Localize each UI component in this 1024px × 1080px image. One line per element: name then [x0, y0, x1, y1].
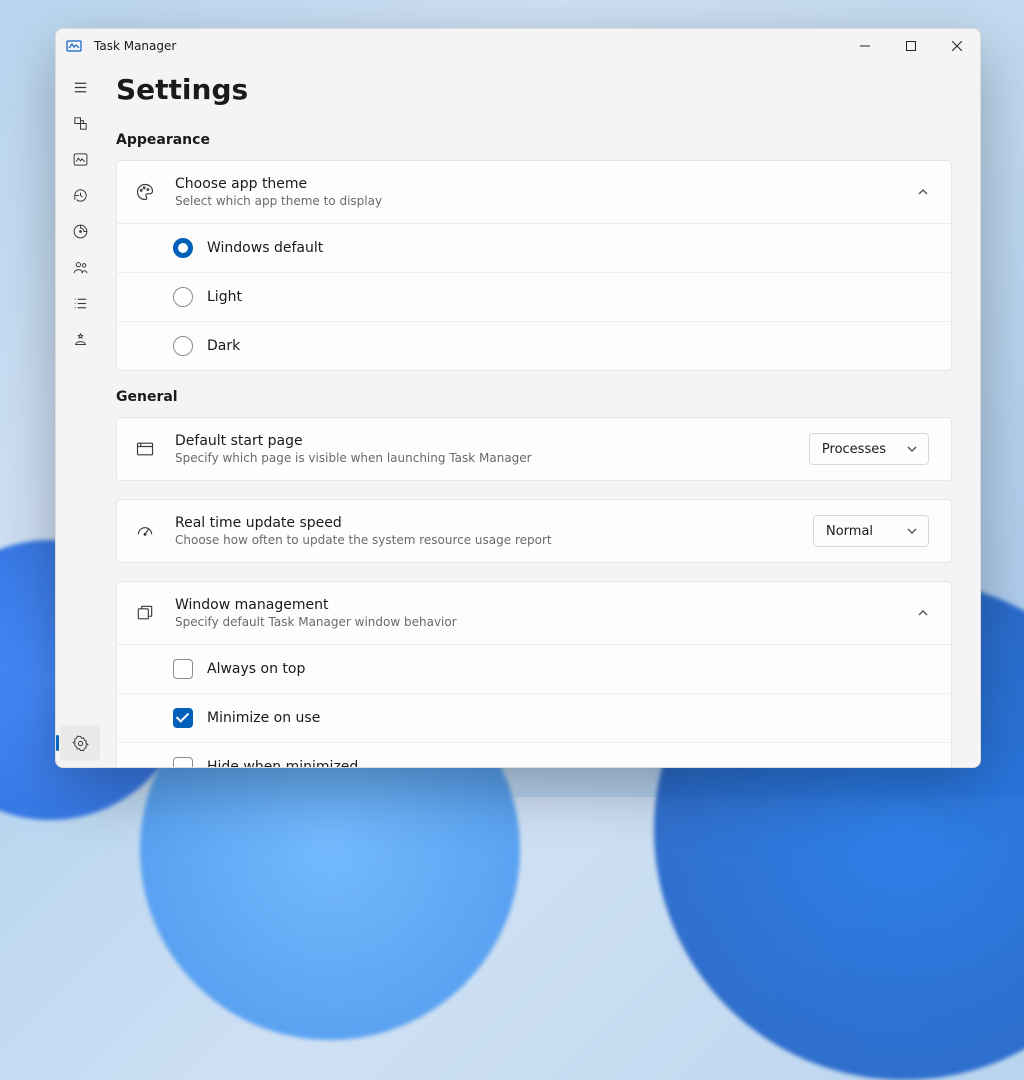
speed-icon	[135, 521, 157, 541]
nav-processes[interactable]	[60, 105, 100, 141]
settings-page: Settings Appearance Choose app theme Sel…	[104, 63, 980, 767]
nav-services[interactable]	[60, 321, 100, 357]
hamburger-button[interactable]	[60, 69, 100, 105]
winmgmt-subtitle: Specify default Task Manager window beha…	[175, 615, 899, 629]
minimize-button[interactable]	[842, 29, 888, 63]
radio-icon	[173, 336, 193, 356]
theme-option-windows-default[interactable]: Windows default	[117, 224, 951, 272]
update-speed-select[interactable]: Normal	[813, 515, 929, 547]
section-label-general: General	[116, 389, 952, 405]
winmgmt-always-on-top[interactable]: Always on top	[117, 645, 951, 693]
theme-subtitle: Select which app theme to display	[175, 194, 899, 208]
radio-icon	[173, 287, 193, 307]
section-label-appearance: Appearance	[116, 132, 952, 148]
update-speed-title: Real time update speed	[175, 515, 795, 531]
window-icon	[135, 439, 157, 459]
checkbox-icon	[173, 708, 193, 728]
chevron-up-icon	[917, 607, 929, 619]
nav-users[interactable]	[60, 249, 100, 285]
theme-title: Choose app theme	[175, 176, 899, 192]
close-button[interactable]	[934, 29, 980, 63]
chevron-down-icon	[906, 525, 918, 537]
card-app-theme: Choose app theme Select which app theme …	[116, 160, 952, 371]
winmgmt-title: Window management	[175, 597, 899, 613]
maximize-button[interactable]	[888, 29, 934, 63]
theme-option-dark[interactable]: Dark	[117, 321, 951, 370]
theme-option-light[interactable]: Light	[117, 272, 951, 321]
card-start-page: Default start page Specify which page is…	[116, 417, 952, 481]
radio-icon	[173, 238, 193, 258]
card-header-window-management[interactable]: Window management Specify default Task M…	[117, 582, 951, 644]
card-window-management: Window management Specify default Task M…	[116, 581, 952, 767]
start-page-subtitle: Specify which page is visible when launc…	[175, 451, 791, 465]
window-title: Task Manager	[94, 39, 176, 53]
card-header-start-page[interactable]: Default start page Specify which page is…	[117, 418, 951, 480]
page-title: Settings	[116, 63, 956, 128]
titlebar: Task Manager	[56, 29, 980, 63]
winmgmt-hide-when-minimized[interactable]: Hide when minimized	[117, 742, 951, 767]
app-icon	[66, 38, 82, 54]
task-manager-window: Task Manager Settings Appear	[55, 28, 981, 768]
windows-icon	[135, 603, 157, 623]
nav-performance[interactable]	[60, 141, 100, 177]
card-header-update-speed[interactable]: Real time update speed Choose how often …	[117, 500, 951, 562]
nav-app-history[interactable]	[60, 177, 100, 213]
palette-icon	[135, 182, 157, 202]
chevron-up-icon	[917, 186, 929, 198]
nav-startup-apps[interactable]	[60, 213, 100, 249]
card-update-speed: Real time update speed Choose how often …	[116, 499, 952, 563]
winmgmt-minimize-on-use[interactable]: Minimize on use	[117, 693, 951, 742]
sidebar-rail	[56, 63, 104, 767]
start-page-select[interactable]: Processes	[809, 433, 929, 465]
nav-settings[interactable]	[60, 725, 100, 761]
start-page-title: Default start page	[175, 433, 791, 449]
chevron-down-icon	[906, 443, 918, 455]
update-speed-subtitle: Choose how often to update the system re…	[175, 533, 795, 547]
checkbox-icon	[173, 757, 193, 767]
checkbox-icon	[173, 659, 193, 679]
card-header-app-theme[interactable]: Choose app theme Select which app theme …	[117, 161, 951, 223]
nav-details[interactable]	[60, 285, 100, 321]
